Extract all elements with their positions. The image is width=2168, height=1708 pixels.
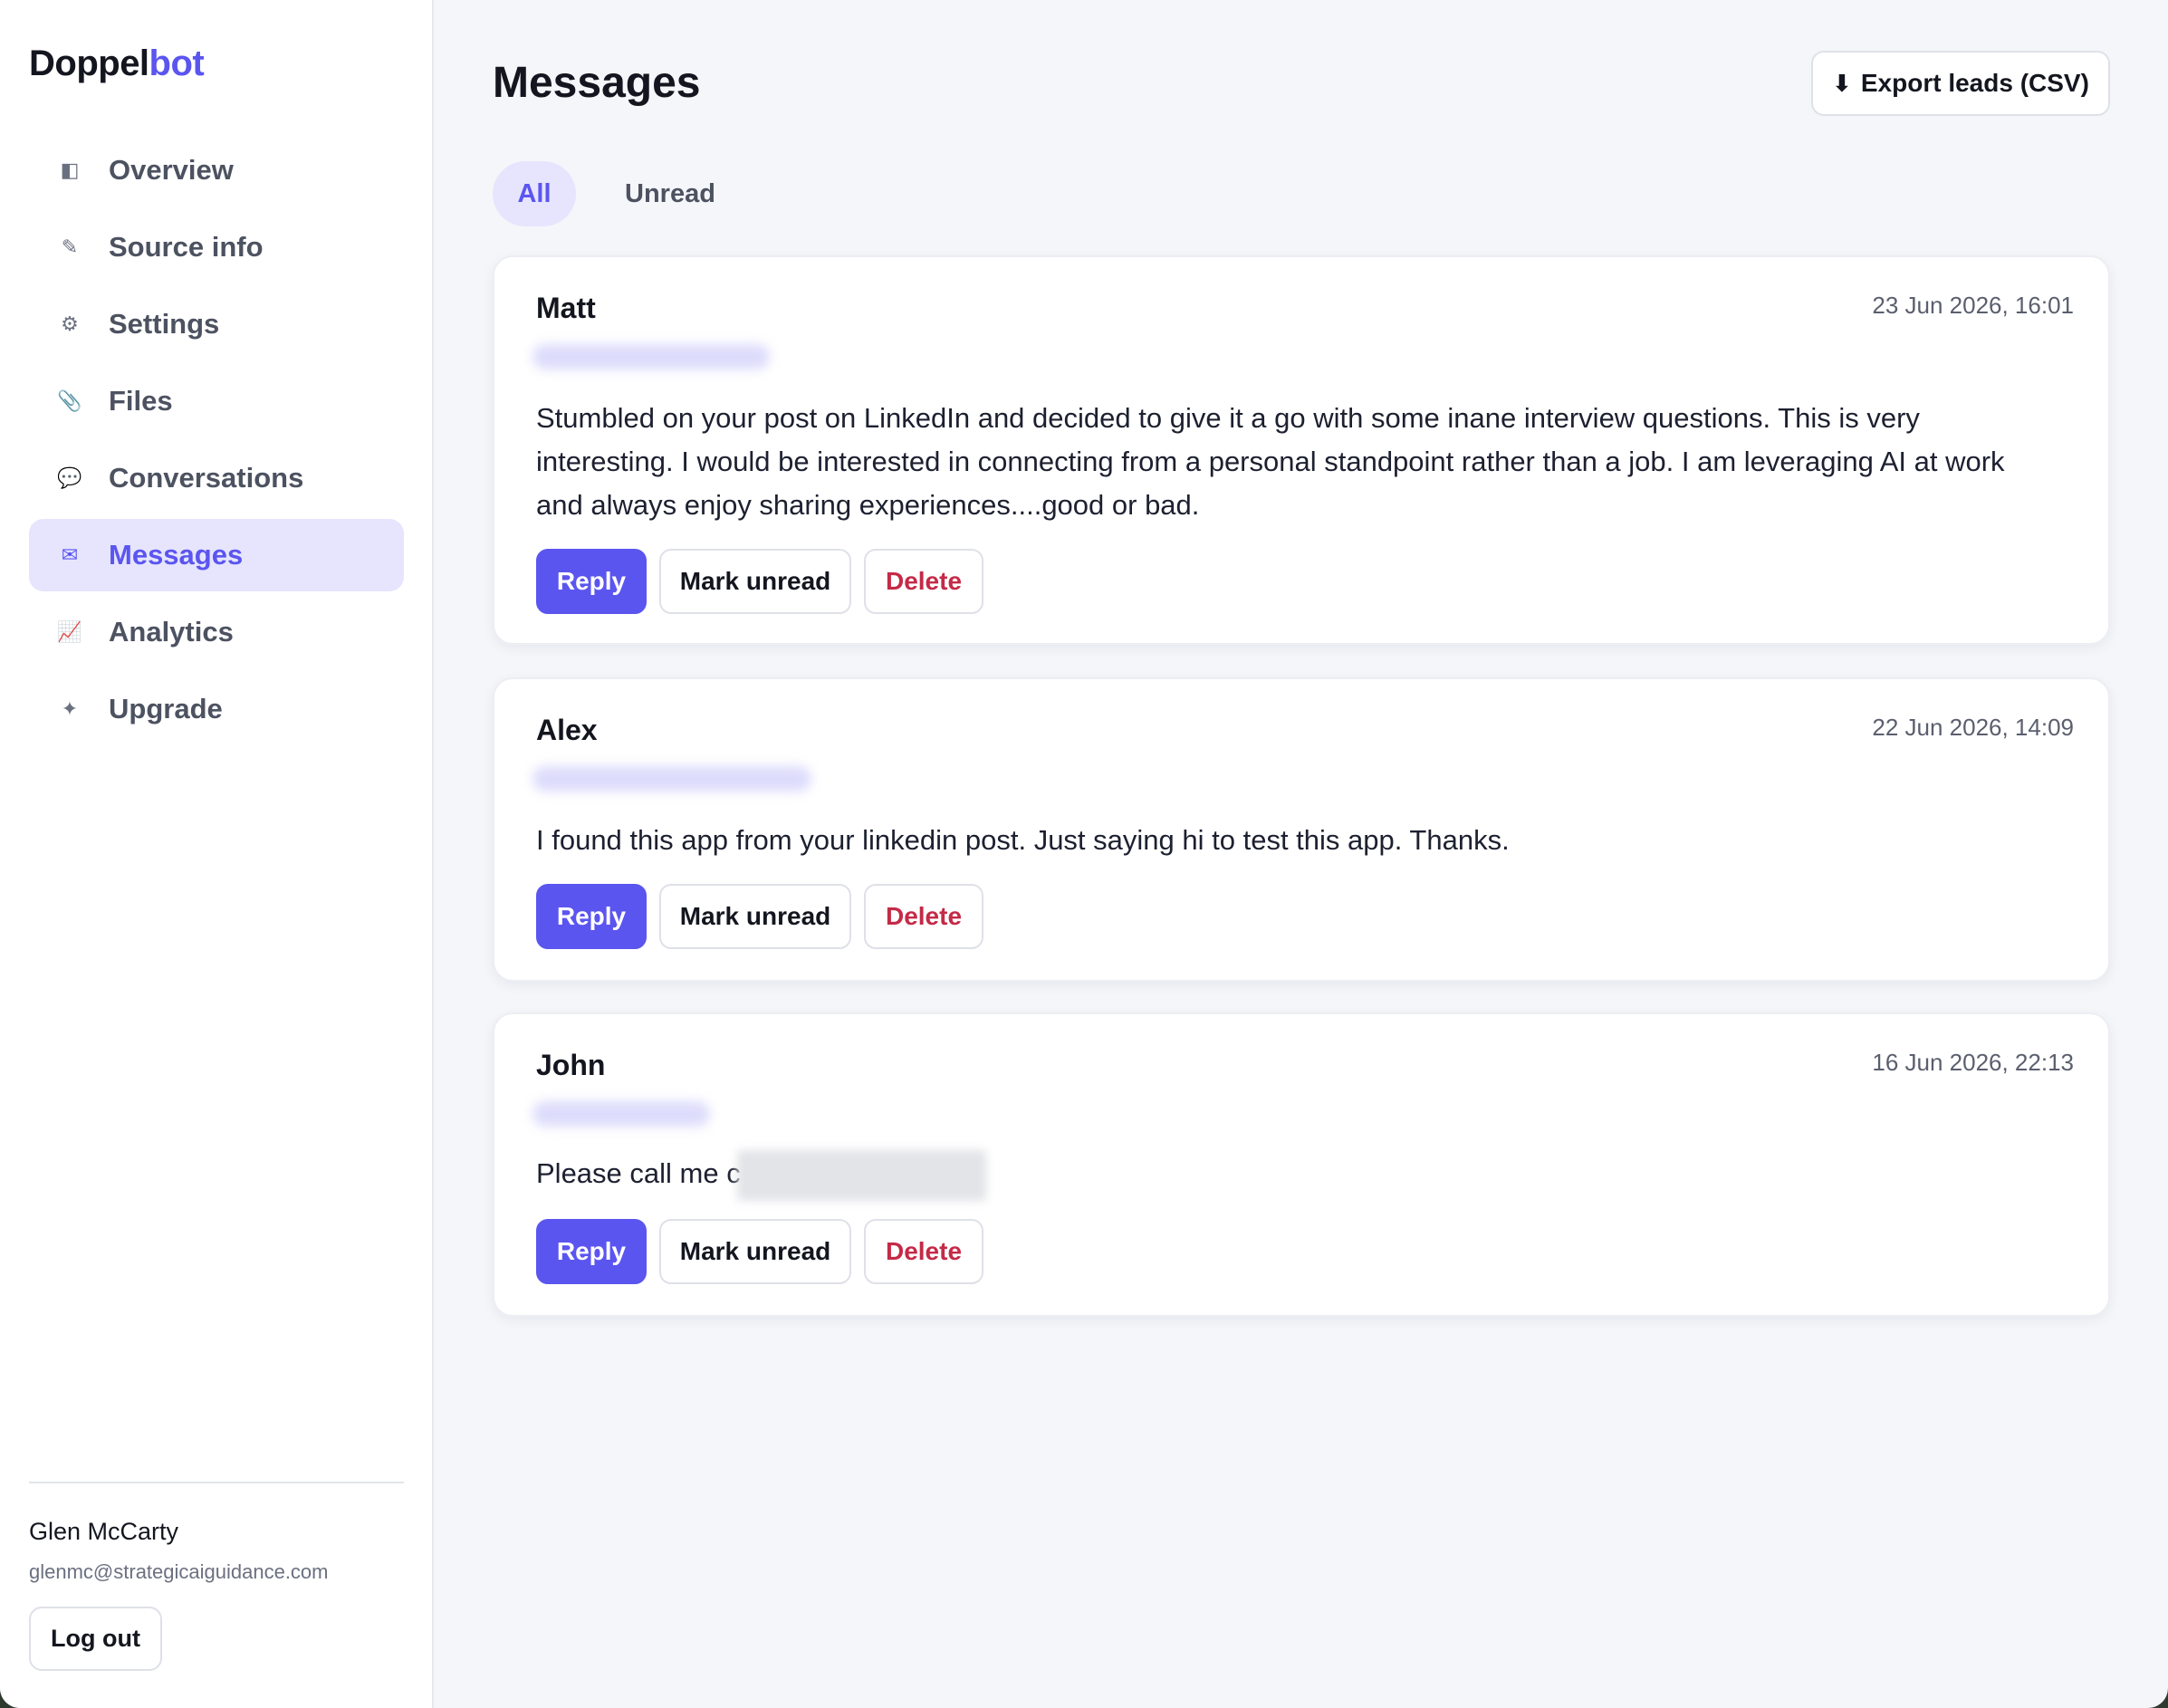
sidebar: Doppelbot ◧ Overview ✎ Source info ⚙ Set…: [0, 0, 434, 1708]
sidebar-item-settings[interactable]: ⚙ Settings: [29, 288, 404, 360]
sender-name: John: [536, 1049, 606, 1081]
message-date: 22 Jun 2026, 14:09: [1872, 714, 2074, 741]
sender-name: Matt: [536, 292, 596, 324]
sidebar-item-analytics[interactable]: 📈 Analytics: [29, 596, 404, 668]
sidebar-item-label: Source info: [109, 231, 264, 263]
reply-button[interactable]: Reply: [536, 884, 647, 949]
chart-icon: 📈: [57, 620, 82, 643]
message-actions: Reply Mark unread Delete: [536, 884, 996, 949]
sidebar-nav: ◧ Overview ✎ Source info ⚙ Settings 📎 Fi…: [29, 134, 404, 750]
message-body: Stumbled on your post on LinkedIn and de…: [536, 402, 2005, 521]
mark-unread-button[interactable]: Mark unread: [659, 549, 851, 614]
sidebar-item-label: Overview: [109, 154, 234, 186]
sidebar-item-label: Files: [109, 385, 173, 417]
message-filter-tabs: All Unread: [493, 161, 741, 226]
logo-accent: bot: [149, 43, 205, 83]
pencil-icon: ✎: [61, 235, 79, 258]
tab-all[interactable]: All: [493, 161, 576, 226]
message-card: John 16 Jun 2026, 22:13 Please call me c…: [493, 1012, 2110, 1317]
message-card: Matt 23 Jun 2026, 16:01 Stumbled on your…: [493, 255, 2110, 645]
logo-text: Doppel: [29, 43, 149, 83]
message-date: 23 Jun 2026, 16:01: [1872, 292, 2074, 319]
delete-button[interactable]: Delete: [864, 549, 983, 614]
app-logo: Doppelbot: [29, 43, 205, 84]
sidebar-item-overview[interactable]: ◧ Overview: [29, 134, 404, 206]
redacted-email: [532, 344, 770, 369]
sidebar-item-source-info[interactable]: ✎ Source info: [29, 211, 404, 283]
redacted-email: [532, 766, 811, 792]
mark-unread-button[interactable]: Mark unread: [659, 884, 851, 949]
envelope-icon: ✉: [61, 543, 79, 566]
overview-icon: ◧: [60, 158, 80, 181]
mark-unread-button[interactable]: Mark unread: [659, 1219, 851, 1284]
delete-button[interactable]: Delete: [864, 1219, 983, 1284]
main-content: Messages ⬇ Export leads (CSV) All Unread…: [434, 0, 2168, 1708]
sender-name: Alex: [536, 714, 598, 746]
sparkle-icon: ✦: [61, 697, 79, 720]
user-name: Glen McCarty: [29, 1518, 179, 1545]
logout-button[interactable]: Log out: [29, 1607, 162, 1671]
message-body: Please call me c: [536, 1150, 2027, 1201]
sidebar-item-messages[interactable]: ✉ Messages: [29, 519, 404, 591]
message-text: Please call me c: [536, 1157, 741, 1190]
sidebar-item-label: Upgrade: [109, 693, 223, 724]
paperclip-icon: 📎: [57, 389, 82, 412]
user-email: glenmc@strategicaiguidance.com: [29, 1560, 329, 1583]
message-actions: Reply Mark unread Delete: [536, 1219, 996, 1284]
download-icon: ⬇: [1832, 69, 1852, 97]
export-leads-label: Export leads (CSV): [1860, 69, 2089, 97]
speech-bubble-icon: 💬: [57, 466, 82, 489]
export-leads-button[interactable]: ⬇ Export leads (CSV): [1811, 51, 2110, 116]
delete-button[interactable]: Delete: [864, 884, 983, 949]
sidebar-item-files[interactable]: 📎 Files: [29, 365, 404, 437]
sidebar-item-conversations[interactable]: 💬 Conversations: [29, 442, 404, 514]
sidebar-item-label: Conversations: [109, 462, 304, 494]
sidebar-item-label: Messages: [109, 539, 244, 571]
app-window: Doppelbot ◧ Overview ✎ Source info ⚙ Set…: [0, 0, 2168, 1708]
redacted-phone: [736, 1150, 986, 1201]
reply-button[interactable]: Reply: [536, 549, 647, 614]
sidebar-item-label: Analytics: [109, 616, 234, 648]
tab-unread[interactable]: Unread: [600, 161, 741, 226]
sidebar-divider: [29, 1482, 404, 1483]
redacted-email: [532, 1101, 710, 1127]
message-card: Alex 22 Jun 2026, 14:09 I found this app…: [493, 677, 2110, 982]
message-body: I found this app from your linkedin post…: [536, 824, 1510, 856]
page-title: Messages: [493, 59, 701, 107]
sidebar-item-upgrade[interactable]: ✦ Upgrade: [29, 673, 404, 745]
sidebar-item-label: Settings: [109, 308, 220, 340]
message-date: 16 Jun 2026, 22:13: [1872, 1049, 2074, 1076]
gear-icon: ⚙: [61, 312, 79, 335]
reply-button[interactable]: Reply: [536, 1219, 647, 1284]
message-actions: Reply Mark unread Delete: [536, 549, 996, 614]
